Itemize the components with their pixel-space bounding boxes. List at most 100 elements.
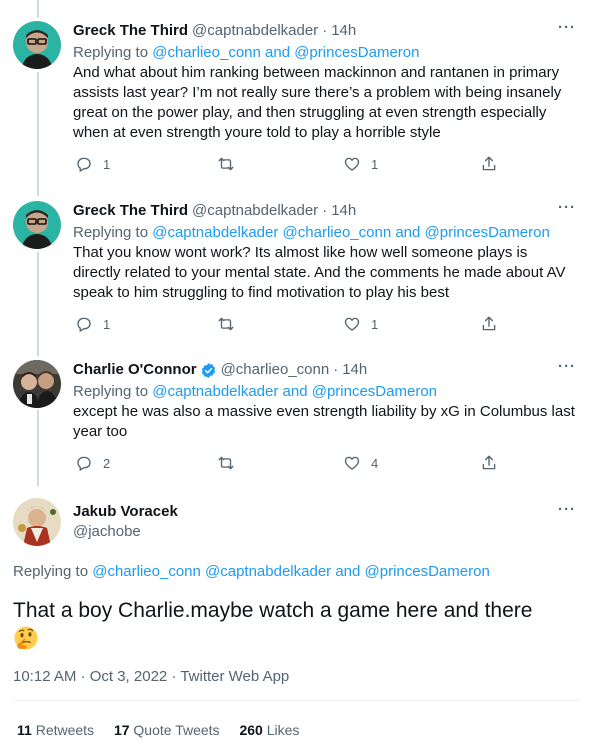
retweet-icon	[218, 317, 234, 331]
more-options-icon[interactable]: ···	[557, 20, 577, 41]
tweet-stats: 11 Retweets 17 Quote Tweets 260 Likes	[17, 722, 315, 738]
reply-button[interactable]: 1	[75, 155, 110, 173]
divider	[13, 700, 580, 701]
separator-dot: ·	[322, 202, 328, 219]
heart-icon	[344, 157, 360, 171]
retweet-icon	[218, 456, 234, 470]
reply-tweet[interactable]: Charlie O'Connor @charlieo_conn · 14h ··…	[0, 350, 593, 485]
share-icon	[482, 156, 496, 171]
likes-label: Likes	[266, 722, 300, 738]
thinking-face-icon	[14, 626, 38, 650]
replying-to-links[interactable]: @charlieo_conn and @princesDameron	[152, 44, 419, 61]
tweet-text: And what about him ranking between macki…	[73, 63, 577, 143]
separator-dot: ·	[333, 361, 339, 378]
replying-to: Replying to @captnabdelkader and @prince…	[73, 382, 577, 402]
tweet-time[interactable]: 14h	[331, 201, 356, 221]
share-icon	[482, 316, 496, 331]
quote-tweets-stat[interactable]: 17 Quote Tweets	[114, 722, 220, 738]
replying-to-label: Replying to	[73, 44, 153, 61]
tweet-actions: 1 1	[73, 315, 577, 335]
verified-badge-icon	[201, 362, 215, 378]
avatar[interactable]	[13, 201, 61, 249]
avatar[interactable]	[13, 21, 61, 69]
reply-count: 1	[103, 316, 111, 332]
replying-to-label: Replying to	[73, 224, 153, 241]
author-name[interactable]: Greck The Third	[73, 21, 188, 41]
tweet-text-line: That you know wont work? Its almost like…	[73, 244, 528, 261]
tweet-text: That a boy Charlie.maybe watch a game he…	[13, 597, 583, 654]
avatar[interactable]	[13, 360, 61, 408]
author-name[interactable]: Charlie O'Connor	[73, 360, 197, 380]
replying-to-label: Replying to	[73, 383, 153, 400]
reply-icon	[77, 157, 91, 173]
share-icon	[482, 455, 496, 470]
tweet-header: Greck The Third @captnabdelkader · 14h	[73, 21, 577, 41]
tweet-text: except he was also a massive even streng…	[73, 402, 577, 442]
like-count: 1	[371, 156, 379, 172]
quote-tweets-label: Quote Tweets	[133, 722, 220, 738]
more-options-icon[interactable]: ···	[557, 502, 577, 523]
retweet-button[interactable]	[217, 155, 245, 173]
separator-dot: ·	[322, 22, 328, 39]
replying-to: Replying to @captnabdelkader @charlieo_c…	[73, 223, 577, 243]
tweet-text-line: great on the power play, and then strugg…	[73, 104, 547, 121]
author-handle[interactable]: @charlieo_conn	[221, 360, 330, 380]
retweet-button[interactable]	[217, 454, 245, 472]
tweet-actions: 1 1	[73, 155, 577, 175]
author-handle[interactable]: @jachobe	[73, 523, 141, 540]
share-button[interactable]	[480, 155, 498, 173]
tweet-time[interactable]: 14h	[331, 21, 356, 41]
replying-to-links[interactable]: @captnabdelkader and @princesDameron	[152, 383, 437, 400]
tweet-text-line: when at even strength youre told to play…	[73, 124, 441, 141]
reply-icon	[77, 456, 91, 472]
tweet-text-content: That a boy Charlie.maybe watch a game he…	[13, 599, 533, 622]
reply-count: 2	[103, 455, 111, 471]
likes-count: 260	[239, 722, 263, 738]
likes-stat[interactable]: 260 Likes	[239, 722, 299, 738]
heart-icon	[344, 456, 360, 470]
reply-icon	[77, 317, 91, 333]
quote-tweets-count: 17	[113, 722, 130, 738]
retweet-icon	[218, 157, 234, 171]
like-count: 4	[371, 455, 379, 471]
share-button[interactable]	[480, 454, 498, 472]
retweets-count: 11	[17, 722, 32, 738]
like-button[interactable]: 1	[343, 315, 378, 333]
share-button[interactable]	[480, 315, 498, 333]
heart-icon	[344, 317, 360, 331]
tweet-text-line: assists last year? I’m not really sure t…	[73, 84, 562, 101]
like-count: 1	[371, 316, 379, 332]
tweet-text: That you know wont work? Its almost like…	[73, 243, 577, 303]
more-options-icon[interactable]: ···	[557, 359, 577, 380]
retweets-label: Retweets	[35, 722, 95, 738]
tweet-text-line: year too	[73, 423, 128, 440]
more-options-icon[interactable]: ···	[557, 200, 577, 221]
author-name[interactable]: Greck The Third	[73, 201, 188, 221]
reply-button[interactable]: 1	[75, 315, 110, 333]
reply-tweet[interactable]: Greck The Third @captnabdelkader · 14h ·…	[0, 0, 593, 190]
tweet-header: Greck The Third @captnabdelkader · 14h	[73, 201, 577, 221]
replying-to-links[interactable]: @charlieo_conn @captnabdelkader and @pri…	[92, 563, 490, 580]
replying-to-links[interactable]: @captnabdelkader @charlieo_conn and @pri…	[152, 224, 550, 241]
tweet-actions: 2 4	[73, 454, 577, 474]
retweet-button[interactable]	[217, 315, 245, 333]
reply-button[interactable]: 2	[75, 454, 110, 472]
tweet-text-line: directly related to your mental state. A…	[73, 264, 566, 281]
replying-to-label: Replying to	[13, 563, 93, 580]
tweet-text-line: And what about him ranking between macki…	[73, 64, 560, 81]
replying-to: Replying to @charlieo_conn @captnabdelka…	[13, 563, 490, 580]
tweet-time[interactable]: 14h	[342, 360, 367, 380]
like-button[interactable]: 4	[343, 454, 378, 472]
like-button[interactable]: 1	[343, 155, 378, 173]
reply-tweet[interactable]: Greck The Third @captnabdelkader · 14h ·…	[0, 190, 593, 350]
reply-count: 1	[103, 156, 111, 172]
tweet-timestamp[interactable]: 10:12 AM · Oct 3, 2022 · Twitter Web App	[13, 668, 289, 685]
avatar[interactable]	[13, 498, 61, 546]
tweet-header: Charlie O'Connor @charlieo_conn · 14h	[73, 360, 577, 380]
author-handle[interactable]: @captnabdelkader	[192, 201, 318, 221]
tweet-text-line: except he was also a massive even streng…	[73, 403, 575, 420]
tweet-text-line: speak to him struggling to find motivati…	[73, 284, 450, 301]
author-name[interactable]: Jakub Voracek	[73, 503, 178, 520]
author-handle[interactable]: @captnabdelkader	[192, 21, 318, 41]
retweets-stat[interactable]: 11 Retweets	[17, 722, 94, 738]
